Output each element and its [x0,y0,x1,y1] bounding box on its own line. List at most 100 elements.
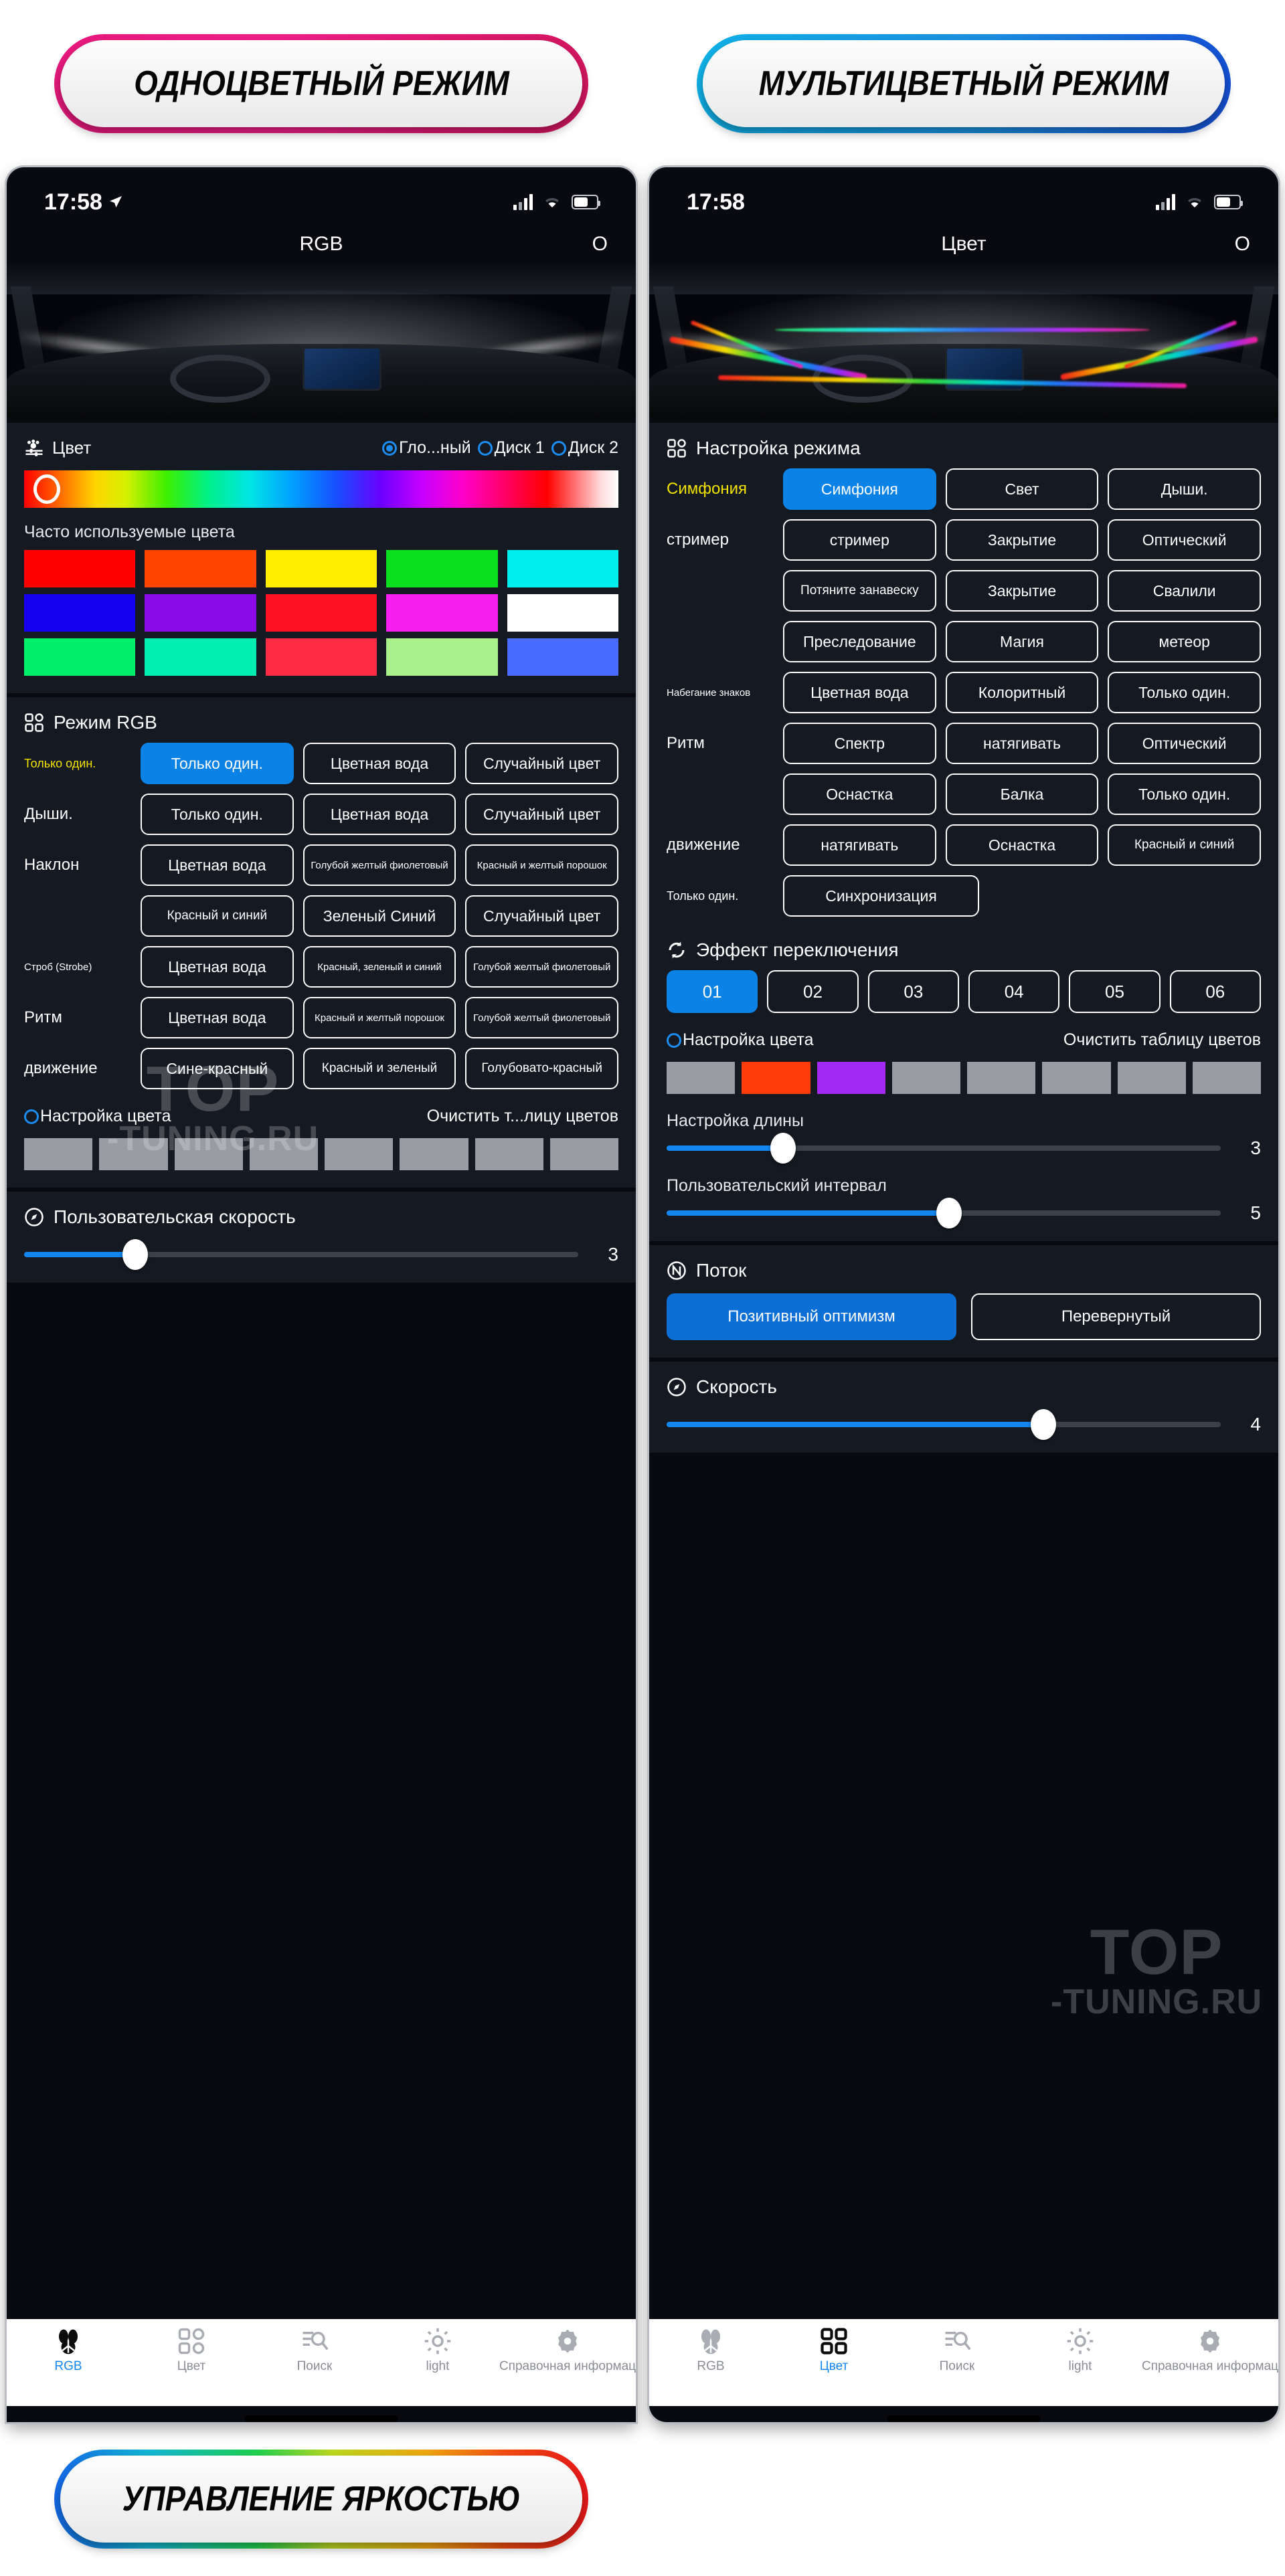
mode-option-button[interactable]: Цветная вода [303,794,456,835]
mode-option-button[interactable]: Красный и синий [1108,824,1262,866]
interval-slider[interactable] [667,1198,1221,1228]
switch-effect-number-button[interactable]: 06 [1169,970,1261,1013]
switch-effect-number-button[interactable]: 02 [767,970,859,1013]
color-swatch[interactable] [145,594,256,632]
mode-option-button[interactable]: Зеленый Синий [303,895,456,937]
color-swatch[interactable] [386,550,498,587]
mode-option-button[interactable]: Цветная вода [141,844,294,886]
mode-option-button[interactable]: Синхронизация [783,875,980,917]
slider-thumb[interactable] [1031,1409,1057,1440]
color-table-cell[interactable] [325,1138,394,1170]
nav-right-action[interactable]: O [592,233,608,256]
radio-option-2[interactable]: Диск 2 [551,438,618,458]
color-table-cell[interactable] [891,1062,960,1094]
color-table-cell[interactable] [475,1138,543,1170]
mode-option-button[interactable]: Цветная вода [303,743,456,784]
color-setup-toggle[interactable]: Настройка цвета [667,1030,813,1050]
mode-option-button[interactable]: Случайный цвет [465,794,619,835]
length-slider[interactable] [667,1133,1221,1164]
color-swatch[interactable] [507,550,618,587]
mode-option-button[interactable]: Только один. [141,794,294,835]
clear-color-table-button[interactable]: Очистить т...лицу цветов [427,1107,618,1126]
mode-option-button[interactable]: Оснастка [945,824,1099,866]
mode-option-button[interactable]: Только один. [141,743,294,784]
flow-button-reverse[interactable]: Перевернутый [971,1293,1261,1340]
color-setup-toggle[interactable]: Настройка цвета [24,1107,171,1126]
color-swatch[interactable] [507,594,618,632]
mode-option-button[interactable]: Только один. [1108,773,1262,815]
mode-option-button[interactable]: Сине-красный [141,1048,294,1089]
radio-option-0[interactable]: Гло...ный [382,438,471,458]
switch-effect-number-button[interactable]: 04 [968,970,1060,1013]
slider-thumb[interactable] [936,1198,962,1228]
tab-light[interactable]: light [376,2327,499,2374]
mode-option-button[interactable]: Преследование [783,621,936,662]
color-table-cell[interactable] [817,1062,885,1094]
mode-option-button[interactable]: Балка [945,773,1099,815]
mode-option-button[interactable]: Красный, зеленый и синий [303,946,456,988]
color-table-cell[interactable] [742,1062,810,1094]
color-table-cell[interactable] [400,1138,468,1170]
color-table-cell[interactable] [174,1138,243,1170]
mode-option-button[interactable]: Закрытие [945,519,1099,561]
mode-option-button[interactable]: Закрытие [945,570,1099,612]
tab-help[interactable]: Справочная информац [499,2327,636,2374]
tab-rgb[interactable]: RGB [7,2327,130,2374]
mode-option-button[interactable]: Свет [945,468,1099,510]
nav-right-action[interactable]: O [1235,233,1250,256]
flow-button-forward[interactable]: Позитивный оптимизм [667,1293,956,1340]
color-swatch[interactable] [145,638,256,676]
color-table-cell[interactable] [549,1138,618,1170]
tab-search[interactable]: Поиск [253,2327,376,2374]
mode-option-button[interactable]: Красный и зеленый [303,1048,456,1089]
mode-option-button[interactable]: Голубовато-красный [465,1048,619,1089]
color-table-cell[interactable] [24,1138,93,1170]
mode-option-button[interactable]: Голубой желтый фиолетовый [465,997,619,1038]
custom-speed-slider[interactable] [24,1239,578,1270]
tab-search[interactable]: Поиск [895,2327,1019,2374]
mode-option-button[interactable]: Дыши. [1108,468,1262,510]
mode-option-button[interactable]: натягивать [945,723,1099,764]
mode-option-button[interactable]: Красный и желтый порошок [465,844,619,886]
color-swatch[interactable] [24,594,136,632]
clear-color-table-button[interactable]: Очистить таблицу цветов [1063,1030,1261,1050]
mode-option-button[interactable]: Цветная вода [783,672,936,713]
mode-option-button[interactable]: Только один. [1108,672,1262,713]
color-swatch[interactable] [24,550,136,587]
hue-gradient-slider[interactable] [24,470,618,508]
color-swatch[interactable] [386,594,498,632]
color-swatch[interactable] [507,638,618,676]
mode-option-button[interactable]: Оптический [1108,723,1262,764]
mode-option-button[interactable]: Магия [945,621,1099,662]
slider-thumb[interactable] [770,1133,796,1164]
color-swatch[interactable] [386,638,498,676]
mode-option-button[interactable]: Цветная вода [141,946,294,988]
switch-effect-number-button[interactable]: 03 [867,970,959,1013]
mode-option-button[interactable]: натягивать [783,824,936,866]
color-swatch[interactable] [265,594,377,632]
tab-rgb[interactable]: RGB [649,2327,772,2374]
color-table-cell[interactable] [249,1138,318,1170]
radio-option-1[interactable]: Диск 1 [477,438,545,458]
mode-option-button[interactable]: Колоритный [945,672,1099,713]
color-swatch[interactable] [265,638,377,676]
tab-color[interactable]: Цвет [130,2327,253,2374]
color-table-cell[interactable] [1042,1062,1111,1094]
mode-option-button[interactable]: Случайный цвет [465,743,619,784]
color-table-cell[interactable] [667,1062,736,1094]
tab-color[interactable]: Цвет [772,2327,895,2374]
color-table-cell[interactable] [99,1138,168,1170]
speed-slider[interactable] [667,1409,1221,1440]
mode-option-button[interactable]: Спектр [783,723,936,764]
mode-option-button[interactable]: Оснастка [783,773,936,815]
mode-option-button[interactable]: Случайный цвет [465,895,619,937]
switch-effect-number-button[interactable]: 01 [667,970,758,1013]
mode-option-button[interactable]: Голубой желтый фиолетовый [465,946,619,988]
mode-option-button[interactable]: Потяните занавеску [783,570,936,612]
tab-light[interactable]: light [1019,2327,1142,2374]
color-table-cell[interactable] [1117,1062,1186,1094]
color-table-cell[interactable] [1192,1062,1261,1094]
slider-thumb[interactable] [122,1239,148,1270]
hue-slider-knob[interactable] [33,474,60,504]
mode-option-button[interactable]: Симфония [783,468,936,510]
